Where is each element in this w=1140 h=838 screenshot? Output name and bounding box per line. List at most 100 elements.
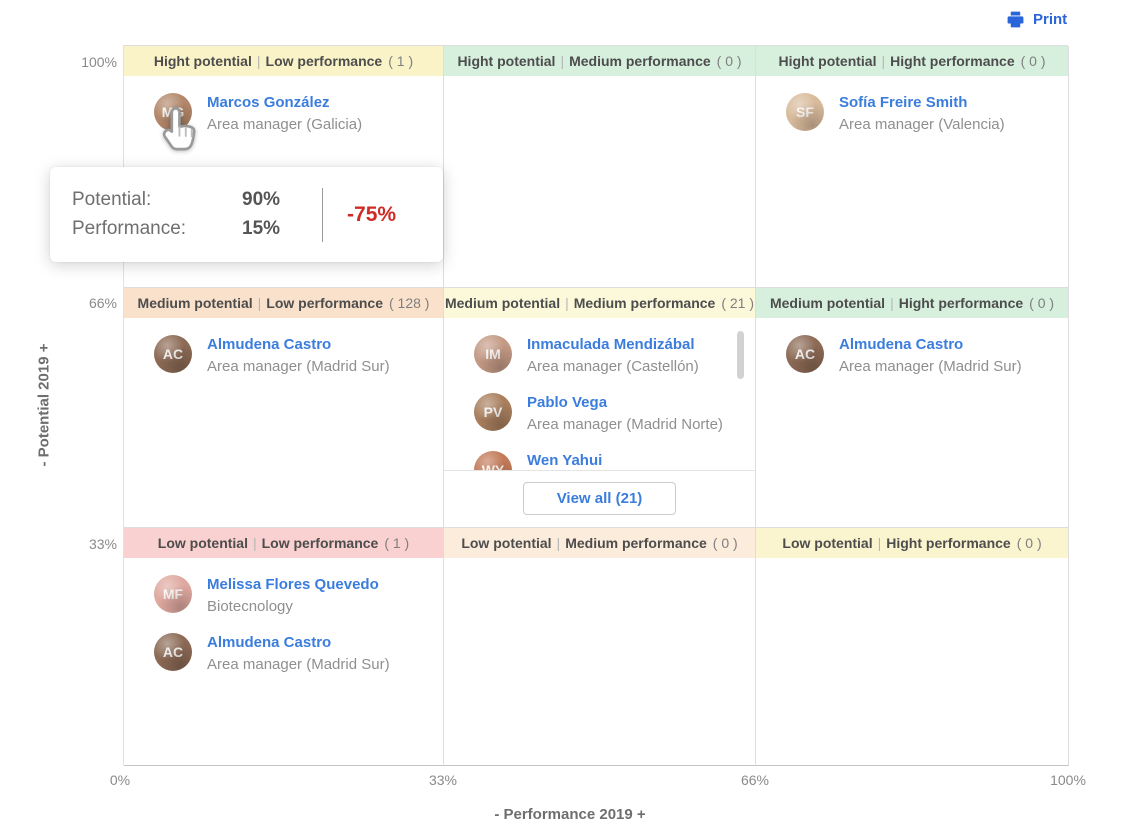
header-potential: Hight potential — [457, 53, 556, 69]
score-tooltip: Potential: 90% Performance: 15% -75% — [50, 167, 443, 262]
avatar-initials: MF — [162, 586, 184, 602]
cell-header: Medium potential | Hight performance ( 0 ) — [756, 288, 1068, 318]
y-tick-33: 33% — [88, 536, 117, 552]
avatar-initials: SF — [796, 104, 814, 120]
cell-header: Medium potential | Medium performance ( 21 … — [444, 288, 755, 318]
person-role: Area manager (Madrid Sur) — [207, 357, 390, 375]
header-potential: Hight potential — [778, 53, 877, 69]
cell-header: Low potential | Medium performance ( 0 ) — [444, 528, 755, 558]
x-axis-label: - Performance 2019 + — [494, 806, 646, 823]
avatar[interactable]: MF — [154, 575, 192, 613]
avatar[interactable]: PV — [474, 393, 512, 431]
header-count: ( 0 ) — [716, 53, 742, 69]
person-name-link[interactable]: Pablo Vega — [527, 394, 723, 413]
person-card: AC Almudena Castro Area manager (Madrid … — [154, 633, 443, 675]
cell-header: Hight potential | Low performance ( 1 ) — [124, 46, 443, 76]
header-potential: Low potential — [157, 535, 248, 551]
nine-box-grid-page: Print 100% 66% 33% - Potential 2019 + - … — [0, 0, 1140, 838]
person-role: Area manager (Galicia) — [207, 115, 363, 133]
person-card: AC Almudena Castro Area manager (Madrid … — [154, 335, 443, 377]
person-role: Area manager (Madrid Sur) — [207, 655, 390, 673]
header-count: ( 0 ) — [1020, 53, 1046, 69]
avatar-initials: IM — [485, 346, 501, 362]
header-performance: Medium performance — [565, 535, 707, 551]
scrollbar-thumb[interactable] — [737, 331, 744, 379]
avatar[interactable]: SF — [786, 93, 824, 131]
x-tick-100: 100% — [1050, 772, 1086, 788]
person-name-link[interactable]: Inmaculada Mendizábal — [527, 336, 699, 355]
person-name-link[interactable]: Melissa Flores Quevedo — [207, 576, 379, 595]
avatar-initials: PV — [483, 404, 503, 420]
tooltip-potential-value: 90% — [242, 189, 281, 210]
header-potential: Low potential — [782, 535, 873, 551]
avatar[interactable]: MG — [154, 93, 192, 131]
cell-low-potential-low-performance: Low potential | Low performance ( 1 ) MF Me… — [124, 528, 444, 766]
tooltip-potential-label: Potential: — [72, 189, 152, 210]
person-role: Biotecnology — [207, 597, 293, 615]
header-separator: | — [256, 53, 261, 69]
person-name-link[interactable]: Sofía Freire Smith — [839, 94, 1005, 113]
cell-low-potential-high-performance: Low potential | Hight performance ( 0 ) — [756, 528, 1069, 766]
person-name-link[interactable]: Almudena Castro — [207, 336, 390, 355]
header-count: ( 1 ) — [388, 53, 414, 69]
nine-box-grid: Hight potential | Low performance( 1 ) MG … — [123, 45, 1069, 766]
cell-header: Hight potential | Hight performance ( 0 ) — [756, 46, 1068, 76]
view-all-footer: View all (21) — [444, 470, 755, 527]
x-tick-0: 0% — [109, 772, 131, 788]
header-separator: | — [556, 535, 561, 551]
x-tick-66: 66% — [740, 772, 770, 788]
header-performance: Medium performance — [573, 295, 716, 311]
header-potential: Medium potential — [444, 295, 561, 311]
header-potential: Low potential — [461, 535, 552, 551]
cell-medium-potential-medium-performance: Medium potential | Medium performance ( 21 … — [444, 288, 756, 528]
tooltip-performance-label: Performance: — [72, 218, 187, 239]
cell-header: Low potential | Low performance ( 1 ) — [124, 528, 443, 558]
avatar[interactable]: IM — [474, 335, 512, 373]
avatar[interactable]: AC — [154, 335, 192, 373]
cell-high-potential-high-performance: Hight potential | Hight performance ( 0 ) S… — [756, 46, 1069, 288]
person-card: PV Pablo Vega Area manager (Madrid Norte… — [474, 393, 755, 435]
header-performance: Low performance — [265, 53, 383, 69]
person-card: SF Sofía Freire Smith Area manager (Vale… — [786, 93, 1068, 135]
view-all-button[interactable]: View all (21) — [522, 482, 677, 515]
cell-body — [444, 76, 755, 287]
person-role: Area manager (Madrid Norte) — [527, 415, 723, 433]
header-potential: Medium potential — [137, 295, 253, 311]
person-name-link[interactable]: Wen Yahui — [527, 452, 613, 471]
person-name-link[interactable]: Marcos González — [207, 94, 362, 113]
person-role: Area manager (Valencia) — [839, 115, 1005, 133]
header-performance: Hight performance — [898, 295, 1024, 311]
person-name-link[interactable]: Almudena Castro — [207, 634, 390, 653]
person-role: Area manager (Castellón) — [527, 357, 699, 375]
header-count: ( 1 ) — [384, 535, 410, 551]
cell-body: AC Almudena Castro Area manager (Madrid … — [124, 318, 443, 527]
header-separator: | — [890, 295, 894, 311]
avatar[interactable]: AC — [786, 335, 824, 373]
tooltip-divider — [322, 187, 324, 242]
header-count: ( 128 ) — [389, 295, 430, 311]
person-name-link[interactable]: Almudena Castro — [839, 336, 1022, 355]
cell-low-potential-medium-performance: Low potential | Medium performance ( 0 ) — [444, 528, 756, 766]
avatar-initials: AC — [794, 346, 816, 362]
cell-body: MF Melissa Flores Quevedo Biotecnology A… — [124, 558, 443, 765]
header-count: ( 0 ) — [1016, 535, 1042, 551]
print-button[interactable]: Print — [1006, 10, 1067, 29]
person-card: MF Melissa Flores Quevedo Biotecnology — [154, 575, 443, 617]
header-performance: Low performance — [266, 295, 383, 311]
cell-header: Low potential | Hight performance ( 0 ) — [756, 528, 1068, 558]
header-count: ( 0 ) — [1029, 295, 1055, 311]
avatar-initials: AC — [162, 644, 184, 660]
cell-body — [444, 558, 755, 765]
tooltip-delta-value: -75% — [347, 202, 397, 226]
header-performance: Low performance — [261, 535, 379, 551]
cell-medium-potential-low-performance: Medium potential | Low performance( 128 ) … — [124, 288, 444, 528]
header-separator: | — [881, 53, 886, 69]
avatar[interactable]: AC — [154, 633, 192, 671]
header-count: ( 0 ) — [712, 535, 738, 551]
person-card: MG Marcos González Area manager (Galicia… — [154, 93, 443, 135]
person-card: IM Inmaculada Mendizábal Area manager (C… — [474, 335, 755, 377]
header-performance: Hight performance — [890, 53, 1015, 69]
header-performance: Medium performance — [569, 53, 711, 69]
header-separator: | — [565, 295, 569, 311]
x-tick-33: 33% — [428, 772, 458, 788]
